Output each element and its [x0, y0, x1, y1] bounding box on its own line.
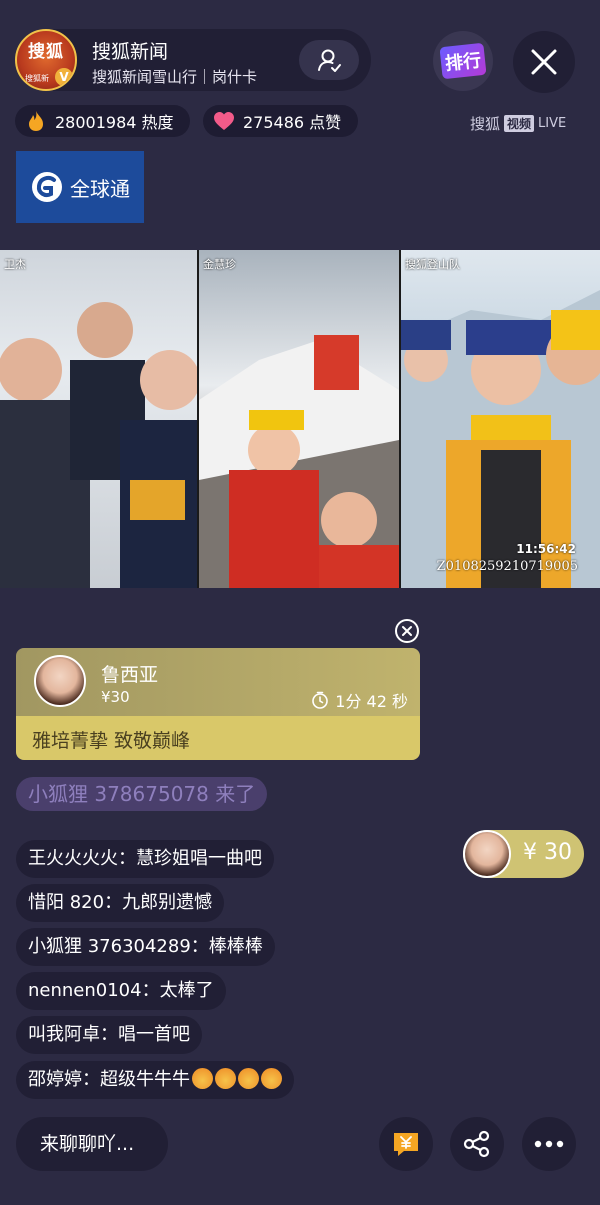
more-dots-icon: [534, 1140, 564, 1148]
gift-amount: ¥30: [101, 688, 130, 706]
gift-card[interactable]: 鲁西亚 ¥30 1分 42 秒 雅培菁挚 致敬巅峰: [16, 648, 420, 760]
rank-label: 排行: [439, 42, 487, 80]
heat-count: 28001984 热度: [55, 113, 174, 132]
gift-timer: 1分 42 秒: [311, 688, 408, 712]
host-name: 搜狐新闻: [92, 41, 169, 63]
video-pane-2-image: [199, 335, 399, 588]
video-pane-3-label: 搜狐登山队: [405, 258, 460, 271]
cow-emoji-icon: [261, 1068, 282, 1089]
chat-message[interactable]: 叫我阿卓：唱一首吧: [16, 1016, 202, 1054]
host-avatar[interactable]: 搜狐 搜狐新 V: [15, 29, 77, 91]
sponsor-name: 全球通: [70, 176, 130, 201]
gift-card-header: 鲁西亚 ¥30 1分 42 秒: [16, 648, 420, 716]
video-timestamp: 11:56:42: [516, 542, 576, 556]
follow-button[interactable]: [299, 40, 359, 80]
video-pane-1-label: 卫杰: [4, 258, 26, 271]
cow-emoji-icon: [215, 1068, 236, 1089]
chat-input[interactable]: 来聊聊吖...: [16, 1117, 168, 1171]
close-button[interactable]: [513, 31, 575, 93]
user-check-icon: [318, 49, 341, 72]
video-pane-1-image: [0, 302, 197, 588]
chat-message[interactable]: 惜阳 820：九郎别遗憾: [16, 884, 225, 922]
video-pane-3-image: [401, 290, 600, 588]
chat-message-text: 邵婷婷：超级牛牛牛: [28, 1069, 190, 1090]
like-stat: 275486 点赞: [203, 105, 358, 137]
verified-badge: V: [55, 68, 73, 86]
gift-message: 雅培菁挚 致敬巅峰: [32, 730, 191, 752]
tip-amount: ¥ 30: [523, 840, 572, 865]
live-video[interactable]: 卫杰 金慧珍 搜狐登山队 11:56:42 Z0108: [0, 250, 600, 588]
gift-card-message: 雅培菁挚 致敬巅峰: [16, 716, 420, 760]
brand-live: LIVE: [538, 116, 567, 131]
join-notice: 小狐狸 378675078 来了: [16, 777, 268, 811]
sponsor-banner[interactable]: 全球通: [16, 151, 144, 223]
avatar-logo-sub: 搜狐新: [25, 74, 49, 83]
flame-icon: [25, 110, 47, 132]
chat-message[interactable]: 王火火火火：慧珍姐唱一曲吧: [16, 840, 274, 878]
tip-button[interactable]: [379, 1117, 433, 1171]
gift-timer-text: 1分 42 秒: [335, 692, 408, 711]
share-button[interactable]: [450, 1117, 504, 1171]
close-icon: [402, 626, 412, 636]
like-count: 275486 点赞: [243, 113, 342, 132]
chat-message[interactable]: nennen0104：太棒了: [16, 972, 226, 1010]
brand-name: 搜狐: [470, 115, 501, 133]
close-icon: [531, 49, 557, 75]
video-stream-id: Z010825921071900​5: [436, 559, 578, 574]
more-button[interactable]: [522, 1117, 576, 1171]
avatar-logo-text: 搜狐: [28, 42, 64, 62]
tip-bubble[interactable]: ¥ 30: [463, 830, 584, 878]
chat-message[interactable]: 小狐狸 376304289：棒棒棒: [16, 928, 275, 966]
video-pane-1: 卫杰: [0, 250, 197, 588]
share-icon: [463, 1130, 490, 1158]
sponsor-logo-icon: [32, 172, 62, 202]
host-subtitle: 搜狐新闻雪山行｜岗什卡: [92, 68, 258, 86]
timer-icon: [312, 691, 329, 709]
gift-sender-avatar: [34, 655, 86, 707]
chat-message-with-emoji[interactable]: 邵婷婷：超级牛牛牛: [16, 1061, 294, 1099]
video-pane-3: 搜狐登山队: [401, 250, 600, 588]
gift-sender-name: 鲁西亚: [101, 664, 159, 686]
heat-stat: 28001984 热度: [15, 105, 190, 137]
video-pane-2-label: 金慧珍: [203, 258, 236, 271]
gift-close-button[interactable]: [395, 619, 419, 643]
yen-chat-icon: [394, 1133, 418, 1156]
heart-icon: [213, 110, 235, 132]
brand-tag: 视频: [504, 115, 535, 132]
video-pane-2: 金慧珍: [199, 250, 399, 588]
cow-emoji-icon: [238, 1068, 259, 1089]
cow-emoji-icon: [192, 1068, 213, 1089]
rank-button[interactable]: 排行: [433, 31, 493, 91]
tip-sender-avatar: [463, 830, 511, 878]
brand-logo: 搜狐 视频 LIVE: [470, 113, 566, 134]
